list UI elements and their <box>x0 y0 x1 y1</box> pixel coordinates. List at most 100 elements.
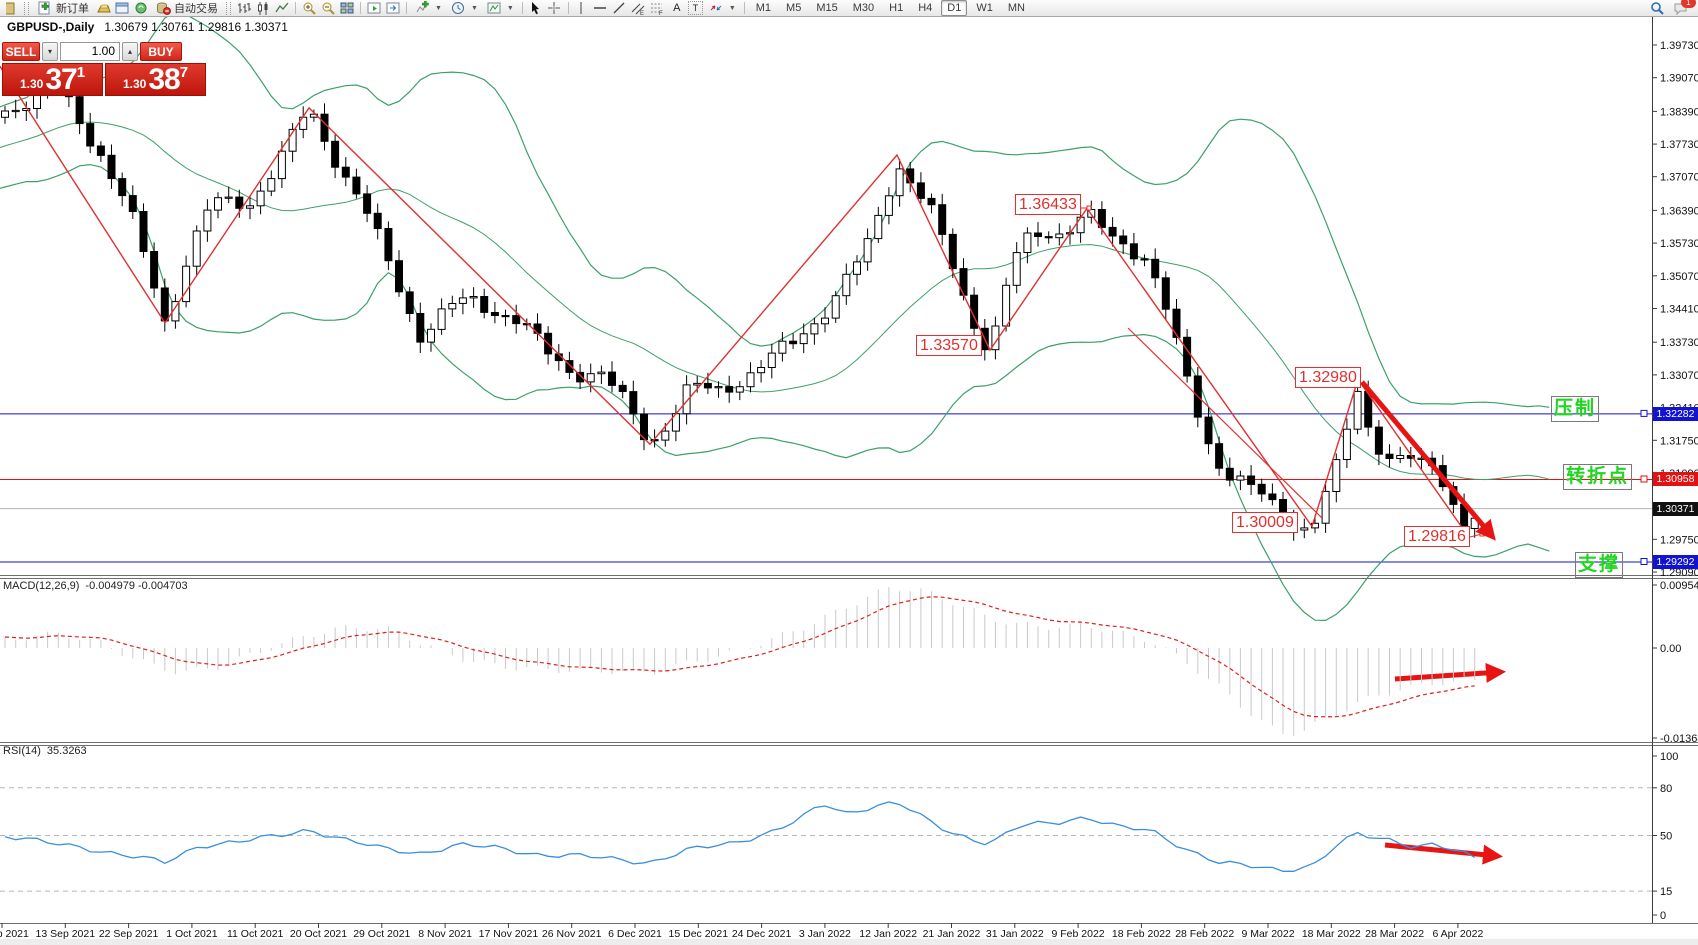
turning-point-label[interactable]: 转折点 <box>1563 464 1632 490</box>
price-tag-support: 1.29292 <box>1653 555 1698 569</box>
vline-tool-icon[interactable] <box>574 1 590 16</box>
macd-panel-label: MACD(12,26,9)-0.004979 -0.004703 <box>3 580 194 592</box>
charts-window-icon[interactable] <box>114 1 130 16</box>
bar-chart-icon[interactable] <box>236 1 252 16</box>
svg-text:17 Nov 2021: 17 Nov 2021 <box>479 928 539 940</box>
text-tool-icon[interactable]: A <box>669 1 685 16</box>
tf-w1[interactable]: W1 <box>970 0 999 16</box>
svg-text:1.39730: 1.39730 <box>1660 40 1698 52</box>
tf-m5[interactable]: M5 <box>780 0 807 16</box>
rsi-panel-label: RSI(14)35.3263 <box>3 745 93 757</box>
support-label[interactable]: 支撑 <box>1575 552 1623 578</box>
svg-text:9 Feb 2022: 9 Feb 2022 <box>1052 928 1105 940</box>
cursor-icon[interactable] <box>528 1 544 16</box>
chart-canvas[interactable]: 1.397301.390701.383901.377301.370701.363… <box>0 0 1698 945</box>
resistance-label[interactable]: 压制 <box>1551 396 1599 422</box>
search-icon[interactable] <box>1649 1 1665 16</box>
periods-button[interactable]: ▼ <box>448 1 481 16</box>
templates-button[interactable]: ▼ <box>484 1 517 16</box>
signals-icon[interactable] <box>133 1 149 16</box>
crosshair-icon[interactable] <box>547 1 563 16</box>
templates-icon <box>487 1 503 16</box>
svg-text:50: 50 <box>1660 831 1672 843</box>
macd-signal-line <box>5 597 1475 717</box>
svg-text:1.29750: 1.29750 <box>1660 534 1698 546</box>
macd-axis-labels: 0.009543 0.00 -0.013684 <box>1652 580 1698 745</box>
tf-m30[interactable]: M30 <box>847 0 880 16</box>
svg-text:15 Dec 2021: 15 Dec 2021 <box>669 928 729 940</box>
trendline <box>1128 328 1322 518</box>
toolbar-separator <box>522 2 523 14</box>
new-order-button[interactable]: 新订单 <box>34 1 92 16</box>
buy-price-display[interactable]: 1.30387 <box>105 63 206 96</box>
svg-text:0.00: 0.00 <box>1660 643 1681 655</box>
sell-price-point: 1 <box>77 65 85 80</box>
fibo-tool-icon[interactable]: F <box>650 1 666 16</box>
tf-mn[interactable]: MN <box>1002 0 1031 16</box>
price-axis-labels: 1.397301.390701.383901.377301.370701.363… <box>1652 40 1698 579</box>
tf-m15[interactable]: M15 <box>810 0 843 16</box>
market-watch-icon[interactable] <box>95 1 111 16</box>
tf-d1[interactable]: D1 <box>941 0 967 16</box>
channel-tool-icon[interactable]: E <box>631 1 647 16</box>
buy-button[interactable]: BUY <box>140 42 182 61</box>
line-chart-icon[interactable] <box>274 1 290 16</box>
sell-price-display[interactable]: 1.30371 <box>2 63 103 96</box>
toolbar-separator <box>406 2 407 14</box>
label-tool-icon[interactable]: T <box>688 1 703 15</box>
auto-scroll-icon[interactable] <box>366 1 382 16</box>
macd-histogram <box>5 587 1475 736</box>
indicators-button[interactable]: ▼ <box>412 1 445 16</box>
svg-text:8 Nov 2021: 8 Nov 2021 <box>418 928 472 940</box>
tf-h4[interactable]: H4 <box>912 0 938 16</box>
zoom-out-icon[interactable] <box>320 1 336 16</box>
toolbar-separator <box>295 2 296 14</box>
price-annotation[interactable]: 1.32980 <box>1295 367 1361 388</box>
svg-text:15: 15 <box>1660 886 1672 898</box>
shapes-button[interactable]: ▼ <box>706 1 739 16</box>
fibo-letter: F <box>659 11 663 16</box>
svg-text:29 Oct 2021: 29 Oct 2021 <box>353 928 410 940</box>
candle-chart-icon[interactable] <box>255 1 271 16</box>
tf-m1[interactable]: M1 <box>750 0 777 16</box>
autotrading-button[interactable]: 自动交易 <box>152 1 221 16</box>
price-tag-turning-point: 1.30958 <box>1653 472 1698 486</box>
trendline-tool-icon[interactable] <box>612 1 628 16</box>
hline-tool-icon[interactable] <box>593 1 609 16</box>
tile-windows-icon[interactable] <box>339 1 355 16</box>
clipped-icon[interactable] <box>3 1 19 16</box>
svg-text:18 Mar 2022: 18 Mar 2022 <box>1302 928 1361 940</box>
sell-button[interactable]: SELL <box>2 42 40 61</box>
svg-text:11 Oct 2021: 11 Oct 2021 <box>227 928 284 940</box>
svg-text:100: 100 <box>1660 751 1678 763</box>
svg-text:1.37070: 1.37070 <box>1660 172 1698 184</box>
price-tag-current: 1.30371 <box>1653 502 1698 516</box>
dropdown-arrow-icon: ▼ <box>729 5 736 12</box>
rsi-axis-labels: 1008050150 <box>1652 751 1678 922</box>
volume-increase-button[interactable]: ▴ <box>122 42 138 61</box>
zoom-in-icon[interactable] <box>301 1 317 16</box>
indicators-icon <box>415 1 431 16</box>
price-annotation[interactable]: 1.29816 <box>1404 526 1470 547</box>
chart-shift-icon[interactable] <box>385 1 401 16</box>
chart-title: GBPUSD-,Daily 1.30679 1.30761 1.29816 1.3… <box>7 20 288 34</box>
svg-text:1.35070: 1.35070 <box>1660 271 1698 283</box>
toolbar-separator <box>360 2 361 14</box>
tf-h1[interactable]: H1 <box>883 0 909 16</box>
price-annotation[interactable]: 1.36433 <box>1015 194 1081 215</box>
svg-text:1.33730: 1.33730 <box>1660 337 1698 349</box>
price-annotation[interactable]: 1.30009 <box>1232 512 1298 533</box>
volume-input[interactable]: 1.00 <box>60 42 120 61</box>
symbol-period-label: GBPUSD-,Daily <box>7 20 94 34</box>
rsi-levels <box>0 788 1652 891</box>
ohlc-values: 1.30679 1.30761 1.29816 1.30371 <box>104 20 288 34</box>
chat-icon[interactable]: 1 <box>1673 1 1689 16</box>
svg-text:-0.013684: -0.013684 <box>1660 733 1698 745</box>
svg-text:1.33070: 1.33070 <box>1660 370 1698 382</box>
buy-price-base: 1.30 <box>123 74 146 94</box>
toolbar-grip <box>226 2 231 15</box>
svg-text:9 Mar 2022: 9 Mar 2022 <box>1241 928 1294 940</box>
price-annotation[interactable]: 1.33570 <box>916 335 982 356</box>
volume-decrease-button[interactable]: ▾ <box>42 42 58 61</box>
svg-text:1.38390: 1.38390 <box>1660 106 1698 118</box>
